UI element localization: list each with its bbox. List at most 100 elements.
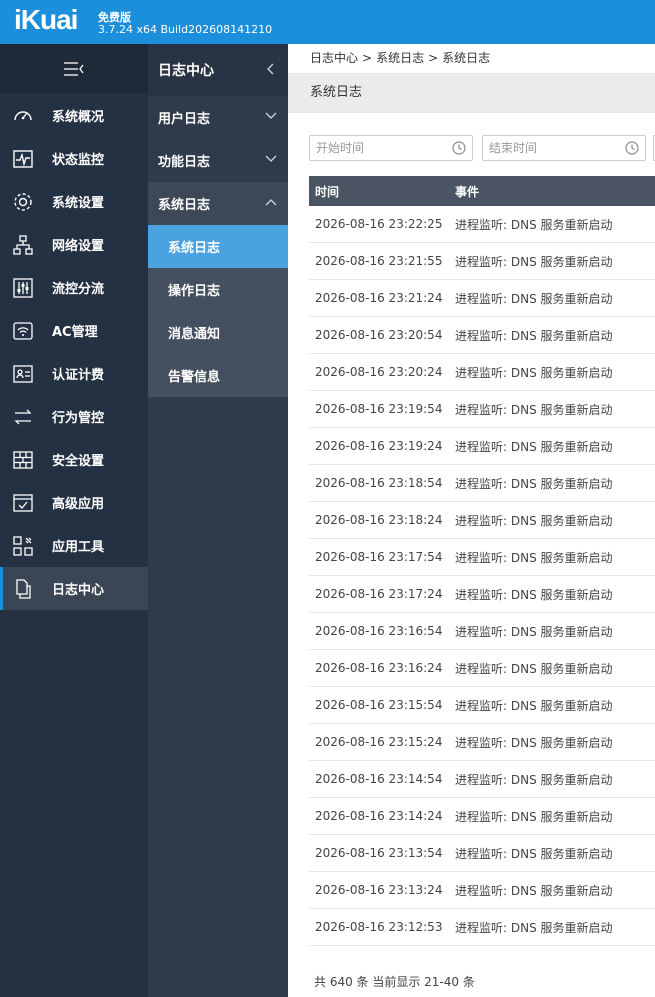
log-event-cell: 进程监听: DNS 服务重新启动 — [455, 883, 613, 898]
table-row: 2026-08-16 23:22:25 进程监听: DNS 服务重新启动 — [309, 206, 655, 243]
log-event-cell: 进程监听: DNS 服务重新启动 — [455, 661, 613, 676]
sidebar-item-network-settings[interactable]: 网络设置 — [0, 223, 148, 266]
submenu-item-operation-log[interactable]: 操作日志 — [148, 268, 288, 311]
log-center-submenu: 日志中心 用户日志 功能日志 系统日志 系统日志 操作日志 消息通知 告警信息 — [148, 44, 288, 997]
page-title: 系统日志 — [288, 73, 655, 113]
sidebar-item-label: 状态监控 — [52, 153, 105, 168]
log-event-cell: 进程监听: DNS 服务重新启动 — [455, 513, 613, 528]
log-event-cell: 进程监听: DNS 服务重新启动 — [455, 291, 613, 306]
chevron-up-icon — [265, 199, 277, 206]
table-row: 2026-08-16 23:20:24 进程监听: DNS 服务重新启动 — [309, 354, 655, 391]
log-event-cell: 进程监听: DNS 服务重新启动 — [455, 846, 613, 861]
sidebar-item-label: 日志中心 — [52, 583, 105, 598]
submenu-group-system-logs[interactable]: 系统日志 — [148, 182, 288, 225]
clock-icon — [452, 141, 466, 155]
main-content: 日志中心 > 系统日志 > 系统日志 系统日志 开始时间 结束时间 时间 事件 2026… — [288, 44, 655, 997]
start-time-placeholder: 开始时间 — [316, 141, 365, 155]
log-event-cell: 进程监听: DNS 服务重新启动 — [455, 439, 613, 454]
sidebar-item-status-monitor[interactable]: 状态监控 — [0, 137, 148, 180]
log-event-cell: 进程监听: DNS 服务重新启动 — [455, 735, 613, 750]
sidebar-item-flow-control[interactable]: 流控分流 — [0, 266, 148, 309]
wifi-router-icon — [13, 321, 33, 340]
table-header: 时间 事件 — [309, 176, 655, 206]
table-row: 2026-08-16 23:13:54 进程监听: DNS 服务重新启动 — [309, 835, 655, 872]
sidebar-item-ac-management[interactable]: AC管理 — [0, 309, 148, 352]
chevron-down-icon — [265, 112, 277, 119]
date-filter-bar: 开始时间 结束时间 — [309, 135, 655, 161]
sidebar-item-label: 网络设置 — [52, 239, 105, 254]
submenu-item-system-log[interactable]: 系统日志 — [148, 225, 288, 268]
submenu-item-notifications[interactable]: 消息通知 — [148, 311, 288, 354]
clock-icon — [625, 141, 639, 155]
sidebar-item-label: 应用工具 — [52, 540, 105, 555]
table-row: 2026-08-16 23:14:24 进程监听: DNS 服务重新启动 — [309, 798, 655, 835]
log-event-cell: 进程监听: DNS 服务重新启动 — [455, 402, 613, 417]
log-event-cell: 进程监听: DNS 服务重新启动 — [455, 328, 613, 343]
log-event-cell: 进程监听: DNS 服务重新启动 — [455, 550, 613, 565]
table-row: 2026-08-16 23:16:24 进程监听: DNS 服务重新启动 — [309, 650, 655, 687]
breadcrumb-item-current: 系统日志 — [442, 51, 491, 65]
log-time-cell: 2026-08-16 23:19:24 — [315, 439, 443, 453]
submenu-group-label: 系统日志 — [158, 198, 211, 213]
documents-icon — [16, 578, 31, 599]
table-body: 2026-08-16 23:22:25 进程监听: DNS 服务重新启动 2026-… — [309, 206, 655, 946]
log-time-cell: 2026-08-16 23:18:24 — [315, 513, 443, 527]
table-row: 2026-08-16 23:16:54 进程监听: DNS 服务重新启动 — [309, 613, 655, 650]
sidebar-item-label: AC管理 — [52, 325, 98, 340]
table-row: 2026-08-16 23:12:53 进程监听: DNS 服务重新启动 — [309, 909, 655, 946]
log-time-cell: 2026-08-16 23:21:24 — [315, 291, 443, 305]
submenu-header: 日志中心 — [148, 44, 288, 96]
breadcrumb-item[interactable]: 系统日志 — [376, 51, 424, 65]
sidebar-collapse-toggle[interactable] — [0, 44, 148, 94]
sidebar-item-label: 安全设置 — [52, 454, 105, 469]
end-time-input[interactable]: 结束时间 — [482, 135, 646, 161]
sidebar-item-system-settings[interactable]: 系统设置 — [0, 180, 148, 223]
log-event-cell: 进程监听: DNS 服务重新启动 — [455, 698, 613, 713]
sidebar-item-label: 高级应用 — [52, 497, 105, 512]
submenu-group-label: 用户日志 — [158, 112, 211, 127]
sliders-icon — [13, 277, 33, 298]
submenu-group-user-logs[interactable]: 用户日志 — [148, 96, 288, 139]
sidebar-item-security-settings[interactable]: 安全设置 — [0, 438, 148, 481]
sidebar-item-app-tools[interactable]: 应用工具 — [0, 524, 148, 567]
sidebar-item-label: 系统设置 — [52, 196, 105, 211]
table-row: 2026-08-16 23:15:24 进程监听: DNS 服务重新启动 — [309, 724, 655, 761]
sidebar-item-log-center[interactable]: 日志中心 — [0, 567, 148, 610]
log-time-cell: 2026-08-16 23:21:55 — [315, 254, 443, 268]
log-time-cell: 2026-08-16 23:18:54 — [315, 476, 443, 490]
sidebar-item-behavior-control[interactable]: 行为管控 — [0, 395, 148, 438]
submenu-group-function-logs[interactable]: 功能日志 — [148, 139, 288, 182]
breadcrumb-separator: > — [428, 51, 439, 65]
table-row: 2026-08-16 23:13:24 进程监听: DNS 服务重新启动 — [309, 872, 655, 909]
chevron-left-icon[interactable] — [266, 62, 276, 76]
start-time-input[interactable]: 开始时间 — [309, 135, 473, 161]
submenu-item-alerts[interactable]: 告警信息 — [148, 354, 288, 397]
log-time-cell: 2026-08-16 23:16:24 — [315, 661, 443, 675]
checklist-icon — [13, 493, 33, 512]
menu-collapse-icon — [64, 62, 84, 76]
chevron-down-icon — [265, 155, 277, 162]
sidebar-item-label: 行为管控 — [52, 411, 105, 426]
table-row: 2026-08-16 23:15:54 进程监听: DNS 服务重新启动 — [309, 687, 655, 724]
sidebar-item-system-overview[interactable]: 系统概况 — [0, 94, 148, 137]
log-event-cell: 进程监听: DNS 服务重新启动 — [455, 217, 613, 232]
tools-grid-icon — [13, 535, 33, 556]
table-row: 2026-08-16 23:17:54 进程监听: DNS 服务重新启动 — [309, 539, 655, 576]
monitor-pulse-icon — [13, 149, 33, 168]
ikuai-logo: iKuai — [14, 4, 78, 35]
dashboard-gauge-icon — [14, 110, 32, 120]
table-row: 2026-08-16 23:19:54 进程监听: DNS 服务重新启动 — [309, 391, 655, 428]
log-time-cell: 2026-08-16 23:14:54 — [315, 772, 443, 786]
log-event-cell: 进程监听: DNS 服务重新启动 — [455, 476, 613, 491]
table-row: 2026-08-16 23:18:24 进程监听: DNS 服务重新启动 — [309, 502, 655, 539]
log-event-cell: 进程监听: DNS 服务重新启动 — [455, 772, 613, 787]
column-header-event: 事件 — [455, 184, 480, 199]
log-time-cell: 2026-08-16 23:14:24 — [315, 809, 443, 823]
sidebar-item-label: 流控分流 — [52, 282, 105, 297]
table-row: 2026-08-16 23:19:24 进程监听: DNS 服务重新启动 — [309, 428, 655, 465]
sidebar-item-advanced-apps[interactable]: 高级应用 — [0, 481, 148, 524]
sidebar-item-auth-billing[interactable]: 认证计费 — [0, 352, 148, 395]
gear-icon — [14, 192, 32, 211]
breadcrumb-item[interactable]: 日志中心 — [310, 51, 358, 65]
log-time-cell: 2026-08-16 23:16:54 — [315, 624, 443, 638]
